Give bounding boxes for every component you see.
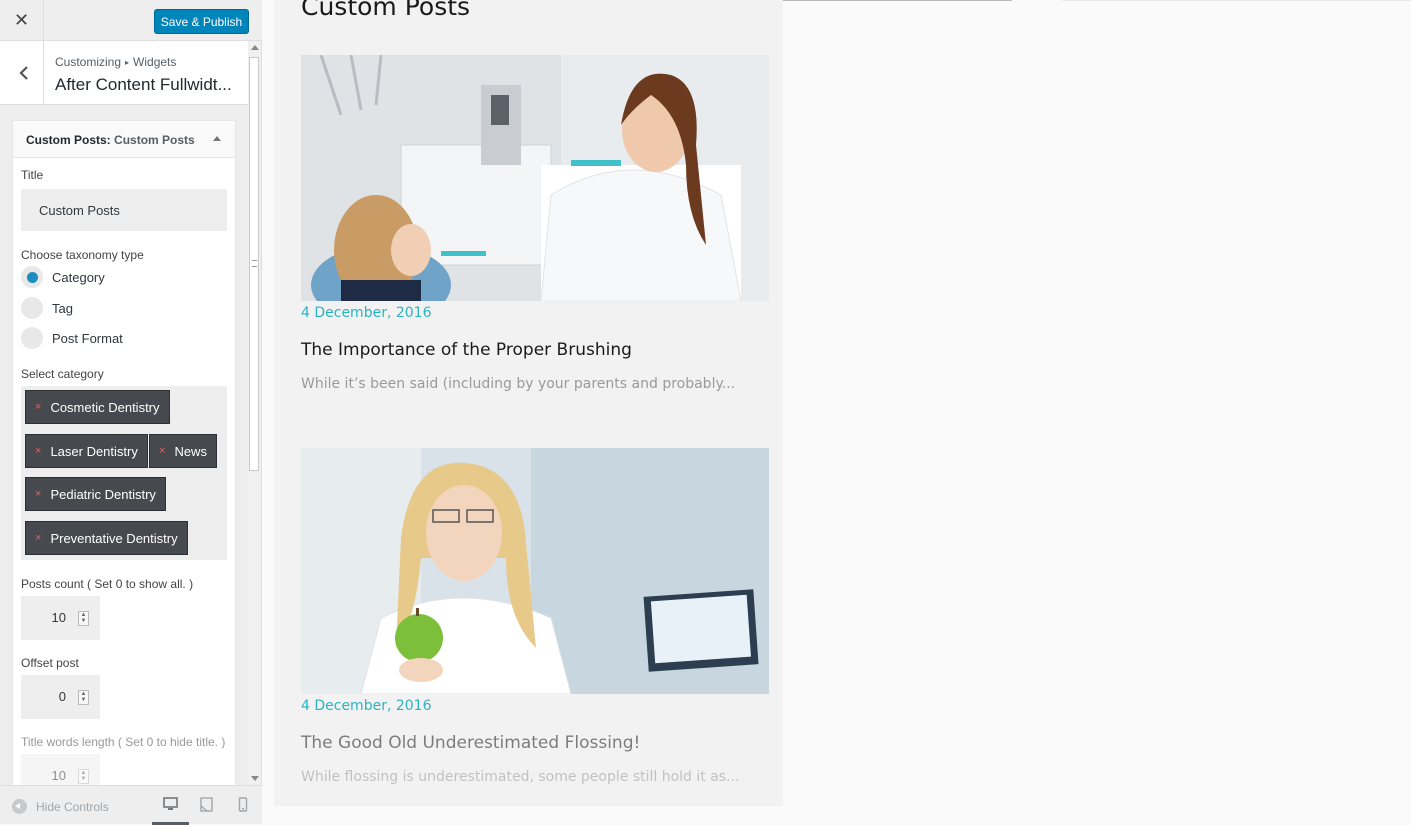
mobile-preview-icon[interactable] xyxy=(238,797,248,812)
section-heading: Custom Posts xyxy=(301,0,471,21)
category-chip[interactable]: × News xyxy=(149,434,217,468)
title-input[interactable]: Custom Posts xyxy=(21,189,227,231)
breadcrumb-parent: Widgets xyxy=(133,55,177,69)
radio-label-category: Category xyxy=(52,269,105,285)
post-title-link[interactable]: The Importance of the Proper Brushing xyxy=(301,340,632,360)
collapse-arrow-icon[interactable] xyxy=(213,136,221,141)
customizer-panel: ✕ Save & Publish Customizing ▸ Widgets Aft… xyxy=(0,0,262,825)
category-chip[interactable]: × Cosmetic Dentistry xyxy=(25,390,170,424)
widget-title-name: Custom Posts xyxy=(114,133,195,147)
spinner-icon[interactable]: ▲ ▼ xyxy=(78,690,89,705)
custom-posts-section: Custom Posts 4 December, 2016 The Import… xyxy=(274,0,783,806)
collapse-icon xyxy=(12,799,27,814)
post-thumbnail[interactable] xyxy=(301,448,769,694)
radio-button[interactable] xyxy=(21,297,43,319)
chip-label: Pediatric Dentistry xyxy=(50,486,156,502)
customizer-controls: Customizing ▸ Widgets After Content Fullwi… xyxy=(0,41,250,785)
offset-label: Offset post xyxy=(21,656,79,670)
post-excerpt: While flossing is underestimated, some p… xyxy=(301,769,740,785)
close-button[interactable]: ✕ xyxy=(0,0,44,41)
scroll-down-icon[interactable] xyxy=(251,776,259,781)
post-date: 4 December, 2016 xyxy=(301,698,432,714)
save-publish-button[interactable]: Save & Publish xyxy=(154,9,249,34)
title-words-label: Title words length ( Set 0 to hide title… xyxy=(21,735,226,749)
breadcrumb: Customizing ▸ Widgets xyxy=(55,55,176,69)
radio-category[interactable]: Category xyxy=(21,266,105,288)
posts-count-value: 10 xyxy=(51,610,66,625)
radio-button-checked[interactable] xyxy=(21,266,43,288)
post-thumbnail[interactable] xyxy=(301,55,769,301)
radio-tag[interactable]: Tag xyxy=(21,297,73,319)
breadcrumb-separator-icon: ▸ xyxy=(125,58,130,67)
remove-icon[interactable]: × xyxy=(35,488,41,500)
offset-value: 0 xyxy=(58,689,66,704)
category-label: Select category xyxy=(21,367,104,381)
widget-title: Custom Posts: Custom Posts xyxy=(26,133,195,147)
title-words-input[interactable]: 10 ▲ ▼ xyxy=(21,754,100,785)
remove-icon[interactable]: × xyxy=(35,401,41,413)
widget-title-prefix: Custom Posts: xyxy=(26,133,111,147)
chip-label: Preventative Dentistry xyxy=(50,530,178,546)
offset-input[interactable]: 0 ▲ ▼ xyxy=(21,675,100,719)
tablet-preview-icon[interactable] xyxy=(200,797,213,812)
radio-post-format[interactable]: Post Format xyxy=(21,327,123,349)
radio-label-post-format: Post Format xyxy=(52,330,123,346)
post-excerpt: While it’s been said (including by your … xyxy=(301,376,736,392)
chevron-left-icon xyxy=(18,66,28,80)
chip-label: Laser Dentistry xyxy=(50,443,138,459)
category-chip[interactable]: × Pediatric Dentistry xyxy=(25,477,166,511)
chip-label: News xyxy=(174,443,207,459)
section-header: Customizing ▸ Widgets After Content Fullwi… xyxy=(0,41,248,105)
posts-count-label: Posts count ( Set 0 to show all. ) xyxy=(21,577,194,591)
title-label: Title xyxy=(21,168,44,182)
breadcrumb-root: Customizing xyxy=(55,55,122,69)
chip-label: Cosmetic Dentistry xyxy=(50,399,160,415)
divider xyxy=(1062,0,1411,1)
close-icon: ✕ xyxy=(13,10,30,30)
category-multiselect[interactable]: × Cosmetic Dentistry × Laser Dentistry ×… xyxy=(21,386,227,560)
widget-header[interactable]: Custom Posts: Custom Posts xyxy=(13,121,235,158)
scroll-up-icon[interactable] xyxy=(251,45,259,50)
category-chip[interactable]: × Laser Dentistry xyxy=(25,434,148,468)
spinner-icon[interactable]: ▲ ▼ xyxy=(78,611,89,626)
post-title-link[interactable]: The Good Old Underestimated Flossing! xyxy=(301,733,640,753)
hide-controls-button[interactable]: Hide Controls xyxy=(12,799,109,814)
site-preview: Custom Posts 4 December, 2016 The Import… xyxy=(262,0,1411,824)
hide-controls-label: Hide Controls xyxy=(36,799,109,814)
title-words-value: 10 xyxy=(51,768,66,783)
remove-icon[interactable]: × xyxy=(35,445,41,457)
spinner-icon[interactable]: ▲ ▼ xyxy=(78,769,89,784)
taxonomy-label: Choose taxonomy type xyxy=(21,248,144,262)
radio-button[interactable] xyxy=(21,327,43,349)
desktop-preview-icon[interactable] xyxy=(163,797,178,811)
customizer-header: ✕ Save & Publish xyxy=(0,0,262,41)
custom-posts-widget: Custom Posts: Custom Posts Title Custom … xyxy=(12,120,236,785)
radio-label-tag: Tag xyxy=(52,300,73,316)
category-chip[interactable]: × Preventative Dentistry xyxy=(25,521,188,555)
posts-count-input[interactable]: 10 ▲ ▼ xyxy=(21,596,100,640)
remove-icon[interactable]: × xyxy=(35,532,41,544)
post-date: 4 December, 2016 xyxy=(301,305,432,321)
grip-icon xyxy=(252,260,257,267)
section-title: After Content Fullwidt... xyxy=(55,75,232,94)
remove-icon[interactable]: × xyxy=(159,445,165,457)
back-button[interactable] xyxy=(0,41,44,105)
customizer-footer: Hide Controls xyxy=(0,785,262,825)
sidebar-scrollbar[interactable] xyxy=(248,41,261,785)
scroll-thumb[interactable] xyxy=(249,57,259,471)
